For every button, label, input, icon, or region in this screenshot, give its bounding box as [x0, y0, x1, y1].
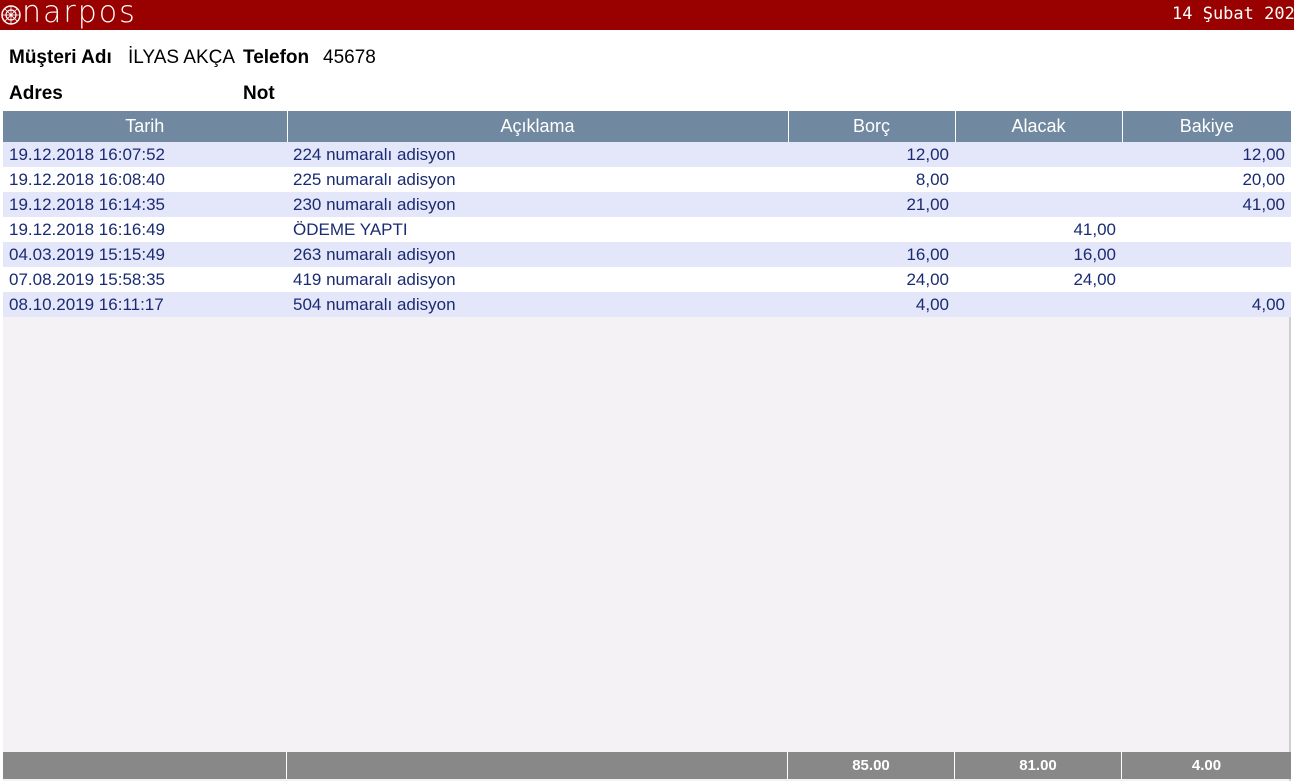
cell-credit: [955, 192, 1122, 217]
cell-date: 08.10.2019 16:11:17: [3, 292, 287, 317]
column-header-description[interactable]: Açıklama: [287, 111, 789, 142]
cell-debit: 8,00: [788, 167, 955, 192]
total-debit: 85.00: [788, 752, 955, 779]
app-logo: narpos: [0, 0, 137, 30]
note-label: Not: [243, 83, 275, 104]
totals-footer: 85.00 81.00 4.00: [3, 752, 1291, 779]
customer-name-label: Müşteri Adı: [9, 47, 112, 68]
cell-date: 07.08.2019 15:58:35: [3, 267, 287, 292]
top-bar: narpos 14 Şubat 202: [0, 0, 1294, 30]
table-row[interactable]: 07.08.2019 15:58:35 419 numaralı adisyon…: [3, 267, 1291, 292]
table-row[interactable]: 19.12.2018 16:07:52 224 numaralı adisyon…: [3, 142, 1291, 167]
cell-date: 19.12.2018 16:07:52: [3, 142, 287, 167]
column-header-debit[interactable]: Borç: [788, 111, 956, 142]
cell-description: 225 numaralı adisyon: [287, 167, 788, 192]
cell-balance: [1122, 217, 1291, 242]
customer-account-panel: Müşteri Adı İLYAS AKÇA Telefon 45678 Adr…: [3, 37, 1291, 781]
date-display: 14 Şubat 202: [1164, 0, 1294, 30]
total-date: [3, 752, 287, 779]
table-row[interactable]: 19.12.2018 16:08:40 225 numaralı adisyon…: [3, 167, 1291, 192]
cell-debit: 4,00: [788, 292, 955, 317]
column-header-date[interactable]: Tarih: [3, 111, 288, 142]
cell-balance: [1122, 267, 1291, 292]
table-row[interactable]: 19.12.2018 16:14:35 230 numaralı adisyon…: [3, 192, 1291, 217]
column-header-credit[interactable]: Alacak: [955, 111, 1123, 142]
address-label: Adres: [9, 83, 63, 104]
cell-date: 19.12.2018 16:16:49: [3, 217, 287, 242]
table-row[interactable]: 19.12.2018 16:16:49 ÖDEME YAPTI 41,00: [3, 217, 1291, 242]
cell-debit: 24,00: [788, 267, 955, 292]
phone-value: 45678: [323, 47, 376, 68]
cell-balance: 20,00: [1122, 167, 1291, 192]
cell-description: 419 numaralı adisyon: [287, 267, 788, 292]
cell-credit: [955, 292, 1122, 317]
cell-credit: 16,00: [955, 242, 1122, 267]
cell-balance: 12,00: [1122, 142, 1291, 167]
cell-debit: 12,00: [788, 142, 955, 167]
total-credit: 81.00: [955, 752, 1122, 779]
table-row[interactable]: 08.10.2019 16:11:17 504 numaralı adisyon…: [3, 292, 1291, 317]
cell-credit: [955, 167, 1122, 192]
column-header-balance[interactable]: Bakiye: [1122, 111, 1291, 142]
cell-debit: 21,00: [788, 192, 955, 217]
cell-balance: 41,00: [1122, 192, 1291, 217]
cell-description: 224 numaralı adisyon: [287, 142, 788, 167]
cell-date: 19.12.2018 16:14:35: [3, 192, 287, 217]
table-row[interactable]: 04.03.2019 15:15:49 263 numaralı adisyon…: [3, 242, 1291, 267]
cell-description: 263 numaralı adisyon: [287, 242, 788, 267]
transactions-table: Tarih Açıklama Borç Alacak Bakiye 19.12.…: [3, 111, 1291, 317]
cell-description: ÖDEME YAPTI: [287, 217, 788, 242]
cell-date: 04.03.2019 15:15:49: [3, 242, 287, 267]
logo-text: narpos: [22, 0, 137, 30]
cell-date: 19.12.2018 16:08:40: [3, 167, 287, 192]
cell-balance: 4,00: [1122, 292, 1291, 317]
cell-credit: 24,00: [955, 267, 1122, 292]
cell-description: 230 numaralı adisyon: [287, 192, 788, 217]
date-text: 14 Şubat 202: [1172, 4, 1294, 24]
cell-credit: [955, 142, 1122, 167]
total-description: [287, 752, 788, 779]
phone-label: Telefon: [243, 47, 310, 68]
table-header-row: Tarih Açıklama Borç Alacak Bakiye: [3, 111, 1291, 142]
cell-debit: [788, 217, 955, 242]
cell-debit: 16,00: [788, 242, 955, 267]
cell-balance: [1122, 242, 1291, 267]
cell-description: 504 numaralı adisyon: [287, 292, 788, 317]
cell-credit: 41,00: [955, 217, 1122, 242]
total-balance: 4.00: [1191, 757, 1222, 774]
logo-icon: [1, 5, 21, 25]
customer-info: Müşteri Adı İLYAS AKÇA Telefon 45678 Adr…: [3, 37, 1291, 111]
customer-name-value: İLYAS AKÇA: [128, 47, 236, 68]
